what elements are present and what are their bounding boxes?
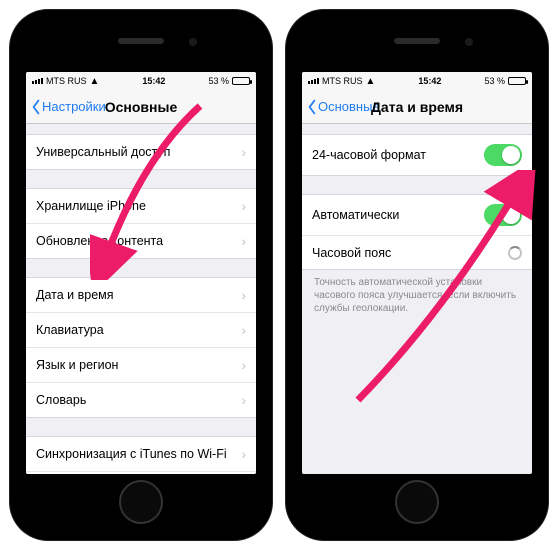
back-label: Основные	[318, 99, 380, 114]
row-timezone[interactable]: Часовой пояс	[302, 236, 532, 269]
row-storage[interactable]: Хранилище iPhone ›	[26, 189, 256, 224]
row-keyboard[interactable]: Клавиатура ›	[26, 313, 256, 348]
row-vpn[interactable]: VPN Не подключено ›	[26, 472, 256, 474]
battery-pct-label: 53 %	[484, 76, 505, 86]
wifi-icon: ▲	[366, 76, 376, 87]
toggle-24h[interactable]	[484, 144, 522, 166]
settings-list[interactable]: 24-часовой формат Автоматически Часовой …	[302, 124, 532, 474]
signal-icon	[32, 78, 43, 84]
chevron-left-icon	[306, 99, 318, 115]
row-dictionary[interactable]: Словарь ›	[26, 383, 256, 417]
phone-speaker	[118, 38, 164, 44]
phone-camera	[465, 38, 473, 46]
carrier-label: MTS RUS	[46, 76, 87, 86]
battery-icon	[508, 77, 526, 85]
clock-label: 15:42	[142, 76, 165, 86]
phone-mockup-left: MTS RUS ▲ 15:42 53 % Настройки Основные	[10, 10, 272, 540]
signal-icon	[308, 78, 319, 84]
chevron-right-icon: ›	[241, 357, 246, 373]
row-24h-format[interactable]: 24-часовой формат	[302, 135, 532, 175]
row-language-region[interactable]: Язык и регион ›	[26, 348, 256, 383]
back-button[interactable]: Настройки	[26, 99, 106, 115]
chevron-right-icon: ›	[241, 144, 246, 160]
clock-label: 15:42	[418, 76, 441, 86]
status-bar: MTS RUS ▲ 15:42 53 %	[302, 72, 532, 90]
chevron-right-icon: ›	[241, 287, 246, 303]
chevron-right-icon: ›	[241, 322, 246, 338]
battery-pct-label: 53 %	[208, 76, 229, 86]
settings-list[interactable]: Универсальный доступ › Хранилище iPhone …	[26, 124, 256, 474]
chevron-left-icon	[30, 99, 42, 115]
phone-camera	[189, 38, 197, 46]
status-bar: MTS RUS ▲ 15:42 53 %	[26, 72, 256, 90]
chevron-right-icon: ›	[241, 446, 246, 462]
row-auto-time[interactable]: Автоматически	[302, 195, 532, 236]
row-background-refresh[interactable]: Обновление контента ›	[26, 224, 256, 258]
phone-speaker	[394, 38, 440, 44]
chevron-right-icon: ›	[241, 392, 246, 408]
battery-icon	[232, 77, 250, 85]
row-accessibility[interactable]: Универсальный доступ ›	[26, 135, 256, 169]
nav-bar: Основные Дата и время	[302, 90, 532, 124]
wifi-icon: ▲	[90, 76, 100, 87]
phone-mockup-right: MTS RUS ▲ 15:42 53 % Основные Дата и вре…	[286, 10, 548, 540]
footer-note: Точность автоматической установки часово…	[302, 270, 532, 315]
row-date-time[interactable]: Дата и время ›	[26, 278, 256, 313]
nav-bar: Настройки Основные	[26, 90, 256, 124]
back-button[interactable]: Основные	[302, 99, 380, 115]
home-button[interactable]	[395, 480, 439, 524]
chevron-right-icon: ›	[241, 198, 246, 214]
row-itunes-wifi-sync[interactable]: Синхронизация с iTunes по Wi-Fi ›	[26, 437, 256, 472]
home-button[interactable]	[119, 480, 163, 524]
chevron-right-icon: ›	[241, 233, 246, 249]
back-label: Настройки	[42, 99, 106, 114]
carrier-label: MTS RUS	[322, 76, 363, 86]
spinner-icon	[508, 246, 522, 260]
toggle-auto[interactable]	[484, 204, 522, 226]
